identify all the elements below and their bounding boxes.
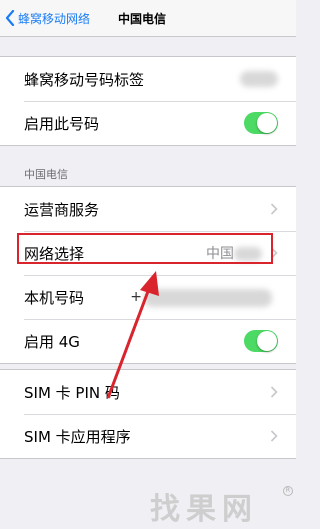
sim-apps-title: SIM 卡应用程序 — [24, 427, 131, 446]
enable-number-toggle[interactable] — [244, 112, 278, 134]
redacted-value — [144, 289, 272, 307]
number-label-row[interactable]: 蜂窝移动号码标签 — [0, 57, 296, 101]
carrier-group: 运营商服务 网络选择 中国 本机号码 + 启用 4G — [0, 186, 296, 364]
back-label: 蜂窝移动网络 — [18, 11, 91, 26]
enable-4g-title: 启用 4G — [24, 332, 80, 351]
watermark-badge: R — [283, 486, 293, 496]
enable-4g-row: 启用 4G — [0, 319, 296, 363]
my-number-value: + — [130, 289, 142, 305]
number-group: 蜂窝移动号码标签 启用此号码 — [0, 56, 296, 146]
number-label-title: 蜂窝移动号码标签 — [24, 70, 145, 89]
watermark: 找果网 — [150, 492, 258, 527]
chevron-right-icon — [270, 386, 278, 398]
navigation-bar: 蜂窝移动网络 中国电信 — [0, 0, 296, 37]
back-button[interactable]: 蜂窝移动网络 — [5, 9, 90, 27]
sim-pin-row[interactable]: SIM 卡 PIN 码 — [0, 370, 296, 414]
toggle-knob — [257, 113, 277, 133]
chevron-right-icon — [270, 430, 278, 442]
my-number-title: 本机号码 — [24, 288, 85, 307]
sim-pin-title: SIM 卡 PIN 码 — [24, 383, 120, 402]
section-header-carrier: 中国电信 — [24, 168, 68, 181]
highlight-box — [17, 233, 273, 264]
sim-apps-row[interactable]: SIM 卡应用程序 — [0, 414, 296, 458]
carrier-services-title: 运营商服务 — [24, 200, 100, 219]
toggle-knob — [257, 331, 277, 351]
page-title: 中国电信 — [118, 12, 167, 26]
redacted-value — [240, 71, 278, 87]
chevron-left-icon — [5, 10, 15, 26]
my-number-row: 本机号码 + — [0, 275, 296, 319]
chevron-right-icon — [270, 203, 278, 215]
sim-group: SIM 卡 PIN 码 SIM 卡应用程序 — [0, 369, 296, 459]
enable-4g-toggle[interactable] — [244, 330, 278, 352]
enable-number-title: 启用此号码 — [24, 114, 100, 133]
carrier-services-row[interactable]: 运营商服务 — [0, 187, 296, 231]
enable-number-row: 启用此号码 — [0, 101, 296, 145]
